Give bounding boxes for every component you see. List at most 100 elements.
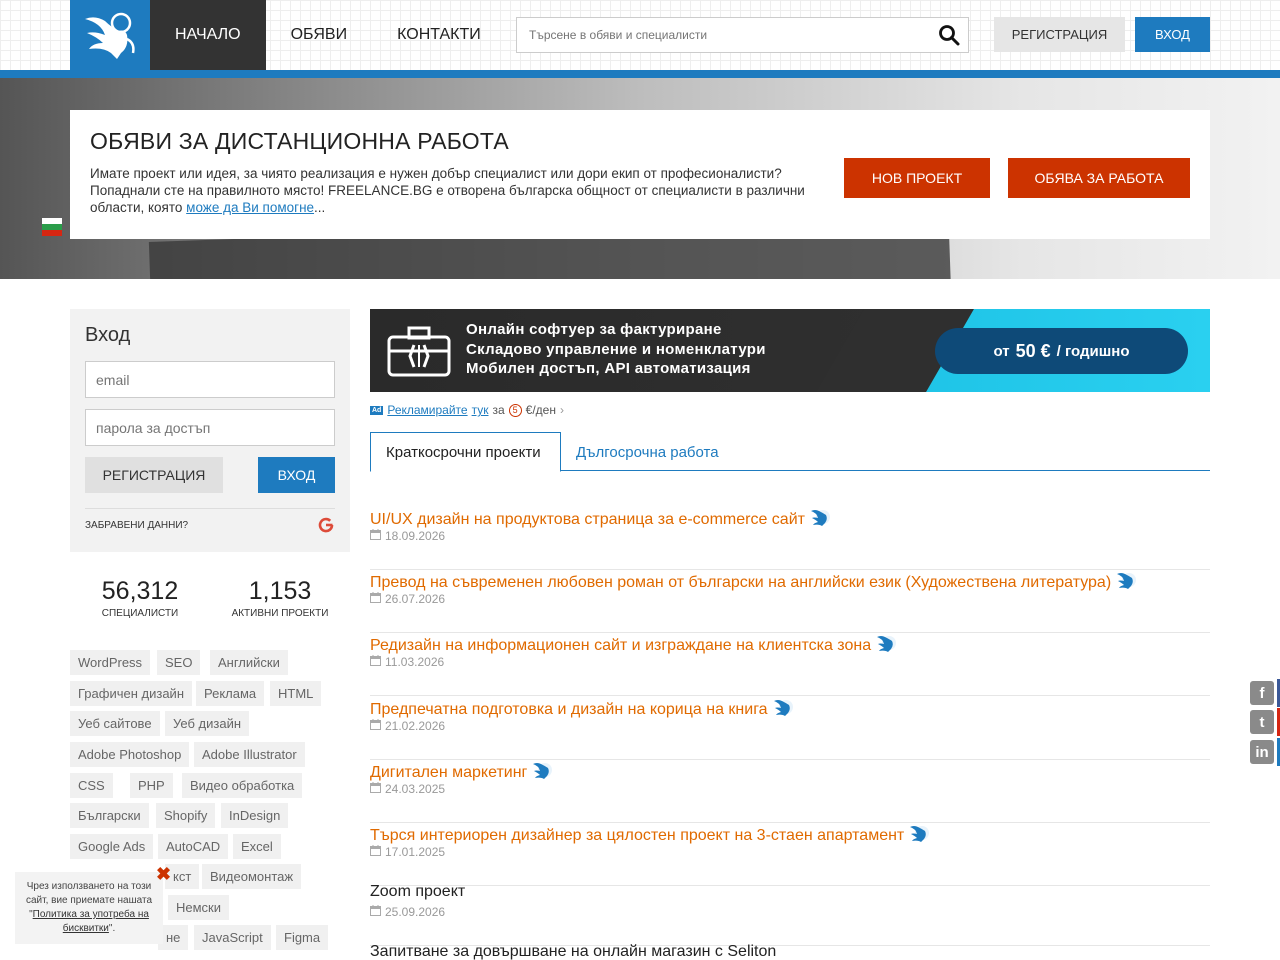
banner-line-2: Складово управление и номенклатури — [466, 341, 766, 358]
main-nav: Начало Обяви Контакти — [150, 0, 506, 70]
tag[interactable]: JavaScript — [194, 925, 271, 950]
tag[interactable]: Уеб сайтове — [70, 711, 160, 736]
login-panel: Вход Регистрация Вход Забравени данни? — [70, 309, 350, 552]
tag[interactable]: HTML — [270, 681, 322, 706]
google-icon[interactable] — [318, 517, 334, 538]
stat-number: 56,312 — [101, 577, 179, 605]
advertise-here-link[interactable]: тук — [472, 403, 489, 417]
verified-griffin-icon — [875, 633, 897, 658]
stat-specialists: 56,312 Специалисти — [70, 577, 210, 619]
register-button-top[interactable]: Регистрация — [994, 17, 1125, 52]
chevron-right-icon[interactable]: › — [560, 403, 564, 417]
hero-description: Имате проект или идея, за чиято реализац… — [90, 166, 805, 215]
register-button[interactable]: Регистрация — [85, 457, 223, 493]
tag[interactable]: Видео обработка — [182, 773, 303, 798]
search-input[interactable] — [517, 18, 917, 52]
new-project-button[interactable]: Нов проект — [844, 158, 990, 198]
tag[interactable]: Английски — [210, 650, 288, 675]
project-title-link[interactable]: Търся интериорен дизайнер за цялостен пр… — [370, 823, 930, 848]
banner-price-pill: от 50 € / годишно — [935, 328, 1188, 374]
calendar-icon — [370, 529, 381, 543]
verified-griffin-icon — [809, 507, 831, 532]
tag[interactable]: PHP — [130, 773, 173, 798]
hero-title: Обяви за дистанционна работа — [90, 128, 509, 154]
close-icon[interactable]: ✖ — [156, 864, 171, 885]
login-divider — [85, 508, 335, 509]
project-row: Търся интериорен дизайнер за цялостен пр… — [370, 823, 1210, 886]
email-field[interactable] — [85, 361, 335, 398]
ad-badge-icon: Ad — [370, 405, 384, 415]
project-date: 18.09.2026 — [370, 529, 445, 543]
site-logo[interactable] — [70, 0, 150, 70]
project-title-link[interactable]: Zoom проект — [370, 883, 465, 901]
project-title-link[interactable]: Превод на съвременен любовен роман от бъ… — [370, 570, 1137, 595]
tag[interactable]: WordPress — [70, 650, 151, 675]
linkedin-icon[interactable]: in — [1250, 740, 1274, 764]
tag[interactable]: Видеомонтаж — [202, 864, 302, 889]
coin-icon: 5 — [508, 403, 522, 417]
project-date: 11.03.2026 — [370, 655, 444, 669]
advertise-line: Ad Рекламирайте тук за 5 €/ден › — [370, 403, 564, 417]
stat-number: 1,153 — [248, 577, 312, 605]
calendar-icon — [370, 905, 381, 919]
calendar-icon — [370, 719, 381, 733]
nav-item-contacts[interactable]: Контакти — [372, 0, 506, 70]
tag[interactable]: Немски — [168, 895, 230, 920]
tag[interactable]: Shopify — [156, 803, 216, 828]
cookie-policy-link[interactable]: Политика за употреба на бисквитки — [33, 909, 149, 934]
nav-item-ads[interactable]: Обяви — [266, 0, 373, 70]
tag[interactable]: CSS — [70, 773, 113, 798]
tag[interactable]: SEO — [157, 650, 201, 675]
project-date: 17.01.2025 — [370, 845, 445, 859]
project-tabs: Краткосрочни проекти Дългосрочна работа — [370, 432, 1210, 472]
ad-banner[interactable]: Онлайн софтуер за фактуриране Складово у… — [370, 309, 1210, 392]
login-title: Вход — [85, 324, 131, 346]
password-field[interactable] — [85, 409, 335, 446]
top-accent-line — [0, 70, 1280, 78]
banner-line-1: Онлайн софтуер за фактуриране — [466, 321, 722, 338]
calendar-icon — [370, 592, 381, 606]
search-box — [516, 17, 969, 53]
project-date: 26.07.2026 — [370, 592, 445, 606]
tag[interactable]: AutoCAD — [158, 834, 229, 859]
tag[interactable]: Реклама — [196, 681, 265, 706]
project-title-link[interactable]: Запитване за довършване на онлайн магази… — [370, 943, 776, 960]
verified-griffin-icon — [531, 760, 553, 785]
tag[interactable]: Adobe Photoshop — [70, 742, 190, 767]
twitter-icon[interactable]: t — [1250, 710, 1274, 734]
griffin-logo-icon — [85, 12, 135, 59]
login-button[interactable]: Вход — [258, 457, 335, 493]
hero-help-link[interactable]: може да Ви помогне — [186, 200, 314, 215]
tag[interactable]: Figma — [276, 925, 329, 950]
project-row: UI/UX дизайн на продуктова страница за e… — [370, 507, 1210, 570]
calendar-icon — [370, 655, 381, 669]
tag[interactable]: Adobe Illustrator — [194, 742, 305, 767]
tab-short-term[interactable]: Краткосрочни проекти — [370, 432, 561, 472]
stat-active-projects: 1,153 Активни проекти — [210, 577, 350, 619]
job-ad-button[interactable]: Обява за работа — [1008, 158, 1190, 198]
project-date: 25.09.2026 — [370, 905, 445, 919]
tag[interactable]: Уеб дизайн — [165, 711, 250, 736]
project-row: Дигитален маркетинг 24.03.2025 — [370, 760, 1210, 823]
tab-long-term[interactable]: Дългосрочна работа — [561, 432, 734, 472]
project-row: Предпечатна подготовка и дизайн на кориц… — [370, 697, 1210, 760]
project-title-link[interactable]: Редизайн на информационен сайт и изгражд… — [370, 633, 897, 658]
advertise-link[interactable]: Рекламирайте — [387, 403, 467, 417]
calendar-icon — [370, 782, 381, 796]
nav-item-home[interactable]: Начало — [150, 0, 266, 70]
hero-card: Обяви за дистанционна работа Имате проек… — [70, 110, 1210, 239]
forgot-credentials-link[interactable]: Забравени данни? — [85, 520, 188, 531]
facebook-icon[interactable]: f — [1250, 681, 1274, 705]
stat-label: Специалисти — [101, 608, 179, 619]
tag[interactable]: Google Ads — [70, 834, 154, 859]
hero-banner: Обяви за дистанционна работа Имате проек… — [0, 78, 1280, 279]
tag[interactable]: InDesign — [221, 803, 289, 828]
tag[interactable]: Български — [70, 803, 149, 828]
tag[interactable]: Excel — [233, 834, 281, 859]
verified-griffin-icon — [1115, 570, 1137, 595]
search-icon[interactable] — [938, 24, 960, 51]
project-row: Редизайн на информационен сайт и изгражд… — [370, 633, 1210, 696]
cookie-notice: Чрез използването на този сайт, вие прие… — [15, 872, 163, 944]
login-button-top[interactable]: Вход — [1135, 17, 1210, 52]
tag[interactable]: Графичен дизайн — [70, 681, 192, 706]
